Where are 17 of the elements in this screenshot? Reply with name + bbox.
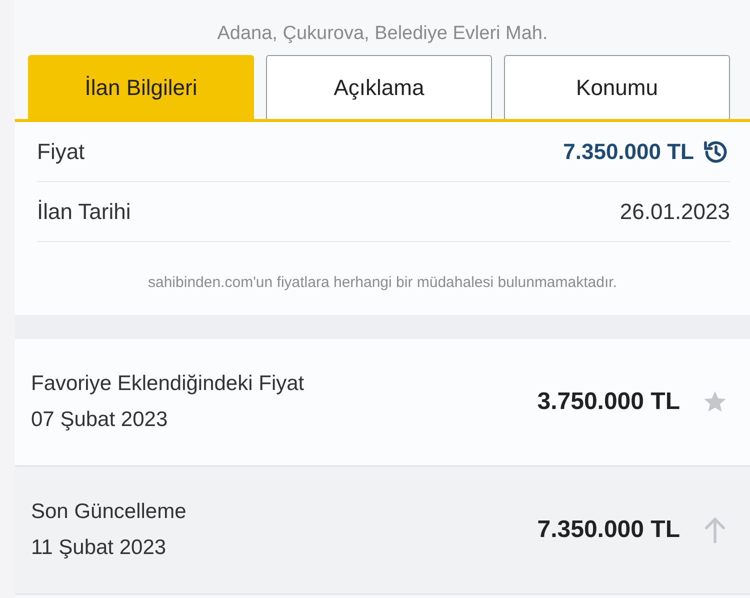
field-label: Fiyat — [37, 138, 85, 166]
history-date: 11 Şubat 2023 — [31, 534, 168, 560]
location-text: Adana, Çukurova, Belediye Evleri Mah. — [217, 23, 548, 44]
arrow-up-icon — [702, 516, 728, 544]
history-date: 07 Şubat 2023 — [31, 406, 169, 432]
history-title: Favoriye Eklendiğindeki Fiyat — [31, 370, 304, 396]
history-price: 3.750.000 TL — [537, 386, 680, 416]
disclaimer-text: sahibinden.com'un fiyatlara herhangi bir müdahalesi bulunmamaktadır. — [148, 274, 617, 291]
field-value: 26.01.2023 — [620, 198, 730, 226]
price-value: 7.350.000 TL — [563, 138, 694, 166]
tab[interactable]: İlan Bilgileri — [28, 55, 254, 119]
history-title: Son Güncelleme — [31, 498, 186, 524]
tab[interactable]: Konumu — [504, 55, 730, 119]
field-label: İlan Tarihi — [37, 198, 131, 226]
history-price: 7.350.000 TL — [537, 514, 680, 544]
star-icon[interactable] — [702, 388, 728, 414]
tab[interactable]: Açıklama — [266, 55, 492, 119]
